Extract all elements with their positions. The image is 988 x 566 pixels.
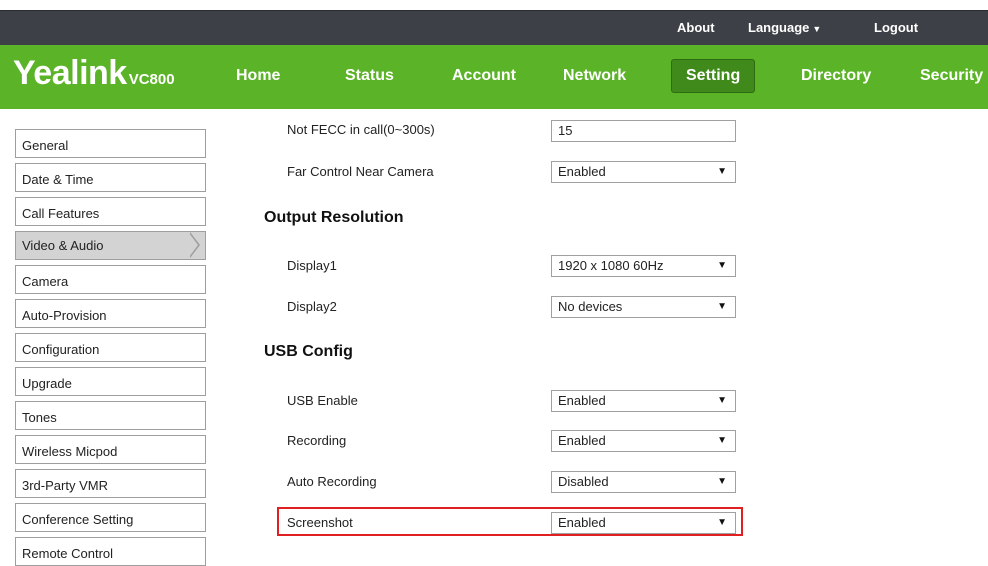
display1-select[interactable]: 1920 x 1080 60Hz ▼ bbox=[551, 255, 736, 277]
far-control-label: Far Control Near Camera bbox=[287, 164, 434, 179]
dropdown-arrow-icon: ▼ bbox=[717, 476, 727, 487]
sidebar-item-tones[interactable]: Tones bbox=[15, 401, 206, 430]
output-resolution-title: Output Resolution bbox=[264, 209, 404, 226]
usb-enable-label: USB Enable bbox=[287, 393, 358, 408]
not-fecc-label: Not FECC in call(0~300s) bbox=[287, 122, 435, 137]
display1-value: 1920 x 1080 60Hz bbox=[558, 258, 664, 273]
nav-security[interactable]: Security bbox=[920, 67, 983, 85]
dropdown-arrow-icon: ▼ bbox=[717, 517, 727, 528]
dropdown-arrow-icon: ▼ bbox=[717, 301, 727, 312]
dropdown-arrow-icon: ▼ bbox=[717, 435, 727, 446]
auto-recording-select[interactable]: Disabled ▼ bbox=[551, 471, 736, 493]
active-item-arrow bbox=[189, 232, 200, 258]
language-label: Language bbox=[748, 20, 810, 35]
display2-value: No devices bbox=[558, 299, 623, 314]
recording-label: Recording bbox=[287, 433, 347, 448]
nav-setting[interactable]: Setting bbox=[671, 59, 756, 93]
display2-label: Display2 bbox=[287, 299, 337, 314]
nav-account[interactable]: Account bbox=[452, 67, 516, 85]
recording-value: Enabled bbox=[558, 433, 606, 448]
sidebar-item-remote-control[interactable]: Remote Control bbox=[15, 537, 206, 566]
display1-label: Display1 bbox=[287, 258, 337, 273]
caret-down-icon: ▼ bbox=[812, 24, 822, 34]
nav-status[interactable]: Status bbox=[345, 67, 394, 85]
usb-enable-select[interactable]: Enabled ▼ bbox=[551, 390, 736, 412]
not-fecc-input[interactable]: 15 bbox=[551, 120, 736, 142]
logo-brand: Yealink bbox=[13, 54, 127, 92]
recording-select[interactable]: Enabled ▼ bbox=[551, 430, 736, 452]
yealink-logo: Yealink VC800 bbox=[13, 54, 175, 93]
sidebar-item-date-time[interactable]: Date & Time bbox=[15, 163, 206, 192]
auto-recording-label: Auto Recording bbox=[287, 474, 377, 489]
top-bar: About Language ▼ Logout bbox=[0, 10, 988, 45]
nav-directory[interactable]: Directory bbox=[801, 67, 871, 85]
sidebar-item-camera[interactable]: Camera bbox=[15, 265, 206, 294]
usb-enable-value: Enabled bbox=[558, 393, 606, 408]
header: Yealink VC800 Home Status Account Network… bbox=[0, 45, 988, 109]
far-control-select[interactable]: Enabled ▼ bbox=[551, 161, 736, 183]
sidebar-item-video-audio[interactable]: Video & Audio bbox=[15, 231, 206, 260]
sidebar-item-wireless-micpod[interactable]: Wireless Micpod bbox=[15, 435, 206, 464]
screenshot-select[interactable]: Enabled ▼ bbox=[551, 512, 736, 534]
auto-recording-value: Disabled bbox=[558, 474, 609, 489]
language-dropdown[interactable]: Language ▼ bbox=[748, 20, 821, 35]
sidebar-item-conference-setting[interactable]: Conference Setting bbox=[15, 503, 206, 532]
usb-config-title: USB Config bbox=[264, 343, 353, 360]
sidebar-item-upgrade[interactable]: Upgrade bbox=[15, 367, 206, 396]
display2-select[interactable]: No devices ▼ bbox=[551, 296, 736, 318]
far-control-value: Enabled bbox=[558, 164, 606, 179]
screenshot-label: Screenshot bbox=[287, 515, 353, 530]
about-link[interactable]: About bbox=[677, 20, 715, 35]
dropdown-arrow-icon: ▼ bbox=[717, 395, 727, 406]
sidebar-item-3rd-party-vmr[interactable]: 3rd-Party VMR bbox=[15, 469, 206, 498]
nav-home[interactable]: Home bbox=[236, 67, 280, 85]
dropdown-arrow-icon: ▼ bbox=[717, 260, 727, 271]
logo-model: VC800 bbox=[128, 71, 175, 88]
dropdown-arrow-icon: ▼ bbox=[717, 166, 727, 177]
nav-network[interactable]: Network bbox=[563, 67, 626, 85]
sidebar-item-auto-provision[interactable]: Auto-Provision bbox=[15, 299, 206, 328]
screenshot-value: Enabled bbox=[558, 515, 606, 530]
logout-link[interactable]: Logout bbox=[874, 20, 918, 35]
sidebar-item-configuration[interactable]: Configuration bbox=[15, 333, 206, 362]
sidebar-item-call-features[interactable]: Call Features bbox=[15, 197, 206, 226]
sidebar-item-general[interactable]: General bbox=[15, 129, 206, 158]
